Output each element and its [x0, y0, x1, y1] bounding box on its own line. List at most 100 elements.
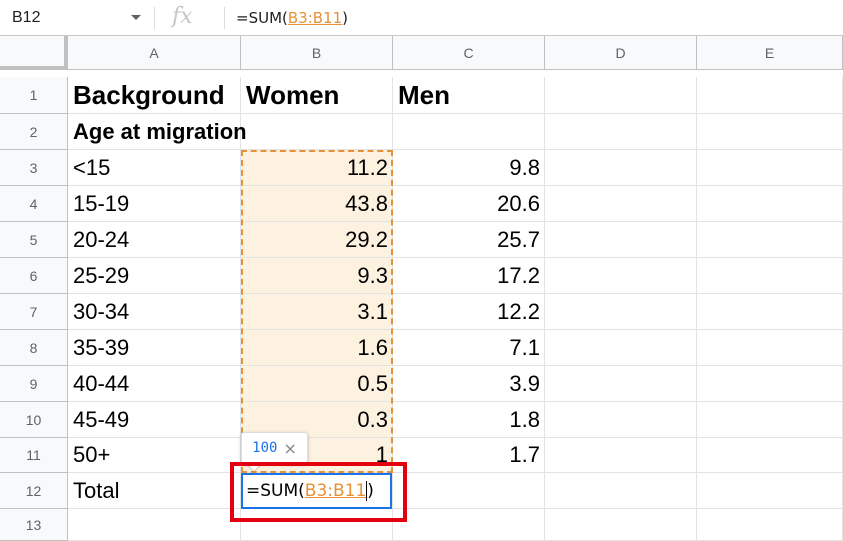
cell-c3[interactable]: 9.8 — [393, 150, 545, 186]
cell-e8[interactable] — [697, 330, 843, 366]
cell-d2[interactable] — [545, 114, 697, 150]
formula-input[interactable]: =SUM(B3:B11) — [236, 0, 348, 36]
cell-e10[interactable] — [697, 402, 843, 438]
cell-e5[interactable] — [697, 222, 843, 258]
cell-c4[interactable]: 20.6 — [393, 186, 545, 222]
cell-e2[interactable] — [697, 114, 843, 150]
formula-bar: B12 fx =SUM(B3:B11) — [0, 0, 843, 36]
chevron-down-icon[interactable] — [131, 15, 141, 20]
cell-d7[interactable] — [545, 294, 697, 330]
cell-c8[interactable]: 7.1 — [393, 330, 545, 366]
cell-b7[interactable]: 3.1 — [241, 294, 393, 330]
edit-formula-prefix: =SUM( — [246, 481, 305, 501]
cell-a10[interactable]: 45-49 — [68, 402, 241, 438]
cell-b4[interactable]: 43.8 — [241, 186, 393, 222]
fx-icon: fx — [172, 4, 193, 29]
cell-a7[interactable]: 30-34 — [68, 294, 241, 330]
cell-c5[interactable]: 25.7 — [393, 222, 545, 258]
cell-b9[interactable]: 0.5 — [241, 366, 393, 402]
tooltip-tail — [247, 463, 261, 471]
row-header-11[interactable]: 11 — [0, 438, 68, 473]
cell-a12[interactable]: Total — [68, 473, 241, 509]
divider — [154, 7, 155, 29]
row-header-3[interactable]: 3 — [0, 150, 68, 186]
cell-b2[interactable] — [241, 114, 393, 150]
sum-preview-tooltip[interactable]: 100 × — [241, 432, 308, 464]
cell-a4[interactable]: 15-19 — [68, 186, 241, 222]
row-header-1[interactable]: 1 — [0, 77, 68, 114]
cell-a13[interactable] — [68, 509, 241, 541]
cell-b1[interactable]: Women — [241, 77, 393, 114]
edit-formula-suffix: ) — [367, 481, 374, 501]
cell-b6[interactable]: 9.3 — [241, 258, 393, 294]
cell-d5[interactable] — [545, 222, 697, 258]
cell-e4[interactable] — [697, 186, 843, 222]
row-header-6[interactable]: 6 — [0, 258, 68, 294]
cell-c13[interactable] — [393, 509, 545, 541]
cell-d8[interactable] — [545, 330, 697, 366]
cell-e13[interactable] — [697, 509, 843, 541]
cell-b8[interactable]: 1.6 — [241, 330, 393, 366]
cell-c6[interactable]: 17.2 — [393, 258, 545, 294]
close-icon[interactable]: × — [283, 439, 296, 458]
cell-d9[interactable] — [545, 366, 697, 402]
cell-e9[interactable] — [697, 366, 843, 402]
cell-e11[interactable] — [697, 438, 843, 473]
row-header-13[interactable]: 13 — [0, 509, 68, 541]
cell-d10[interactable] — [545, 402, 697, 438]
cell-c2[interactable] — [393, 114, 545, 150]
cell-d4[interactable] — [545, 186, 697, 222]
divider — [224, 7, 225, 29]
cell-editor-b12[interactable]: =SUM(B3:B11) — [241, 473, 392, 509]
cell-e7[interactable] — [697, 294, 843, 330]
formula-prefix: =SUM( — [236, 9, 288, 27]
cell-e3[interactable] — [697, 150, 843, 186]
cell-a11[interactable]: 50+ — [68, 438, 241, 473]
cell-a9[interactable]: 40-44 — [68, 366, 241, 402]
cell-a3[interactable]: <15 — [68, 150, 241, 186]
cell-d1[interactable] — [545, 77, 697, 114]
cell-a5[interactable]: 20-24 — [68, 222, 241, 258]
formula-range-ref: B3:B11 — [287, 9, 343, 27]
cell-c1[interactable]: Men — [393, 77, 545, 114]
cell-c9[interactable]: 3.9 — [393, 366, 545, 402]
cell-e1[interactable] — [697, 77, 843, 114]
cell-b5[interactable]: 29.2 — [241, 222, 393, 258]
column-header-c[interactable]: C — [393, 36, 545, 70]
column-headers: A B C D E — [0, 36, 843, 70]
edit-formula-range-ref: B3:B11 — [304, 481, 367, 501]
row-header-12[interactable]: 12 — [0, 473, 68, 509]
cell-b3[interactable]: 11.2 — [241, 150, 393, 186]
column-header-b[interactable]: B — [241, 36, 393, 70]
row-header-9[interactable]: 9 — [0, 366, 68, 402]
column-header-a[interactable]: A — [68, 36, 241, 70]
cell-b13[interactable] — [241, 509, 393, 541]
cell-c11[interactable]: 1.7 — [393, 438, 545, 473]
row-header-7[interactable]: 7 — [0, 294, 68, 330]
cell-d11[interactable] — [545, 438, 697, 473]
formula-suffix: ) — [342, 9, 348, 27]
cell-a1[interactable]: Background — [68, 77, 241, 114]
cell-a2[interactable]: Age at migration — [68, 114, 247, 150]
select-all-corner[interactable] — [0, 36, 68, 70]
cell-d3[interactable] — [545, 150, 697, 186]
row-header-10[interactable]: 10 — [0, 402, 68, 438]
row-header-4[interactable]: 4 — [0, 186, 68, 222]
cell-d13[interactable] — [545, 509, 697, 541]
cell-e6[interactable] — [697, 258, 843, 294]
column-header-d[interactable]: D — [545, 36, 697, 70]
cell-d12[interactable] — [545, 473, 697, 509]
column-header-e[interactable]: E — [697, 36, 843, 70]
cell-d6[interactable] — [545, 258, 697, 294]
sum-preview-value: 100 — [252, 440, 278, 456]
row-header-2[interactable]: 2 — [0, 114, 68, 150]
row-header-5[interactable]: 5 — [0, 222, 68, 258]
cell-c12[interactable] — [393, 473, 545, 509]
row-header-8[interactable]: 8 — [0, 330, 68, 366]
cell-e12[interactable] — [697, 473, 843, 509]
cell-a6[interactable]: 25-29 — [68, 258, 241, 294]
cell-c10[interactable]: 1.8 — [393, 402, 545, 438]
name-box[interactable]: B12 — [0, 0, 154, 35]
cell-c7[interactable]: 12.2 — [393, 294, 545, 330]
cell-a8[interactable]: 35-39 — [68, 330, 241, 366]
